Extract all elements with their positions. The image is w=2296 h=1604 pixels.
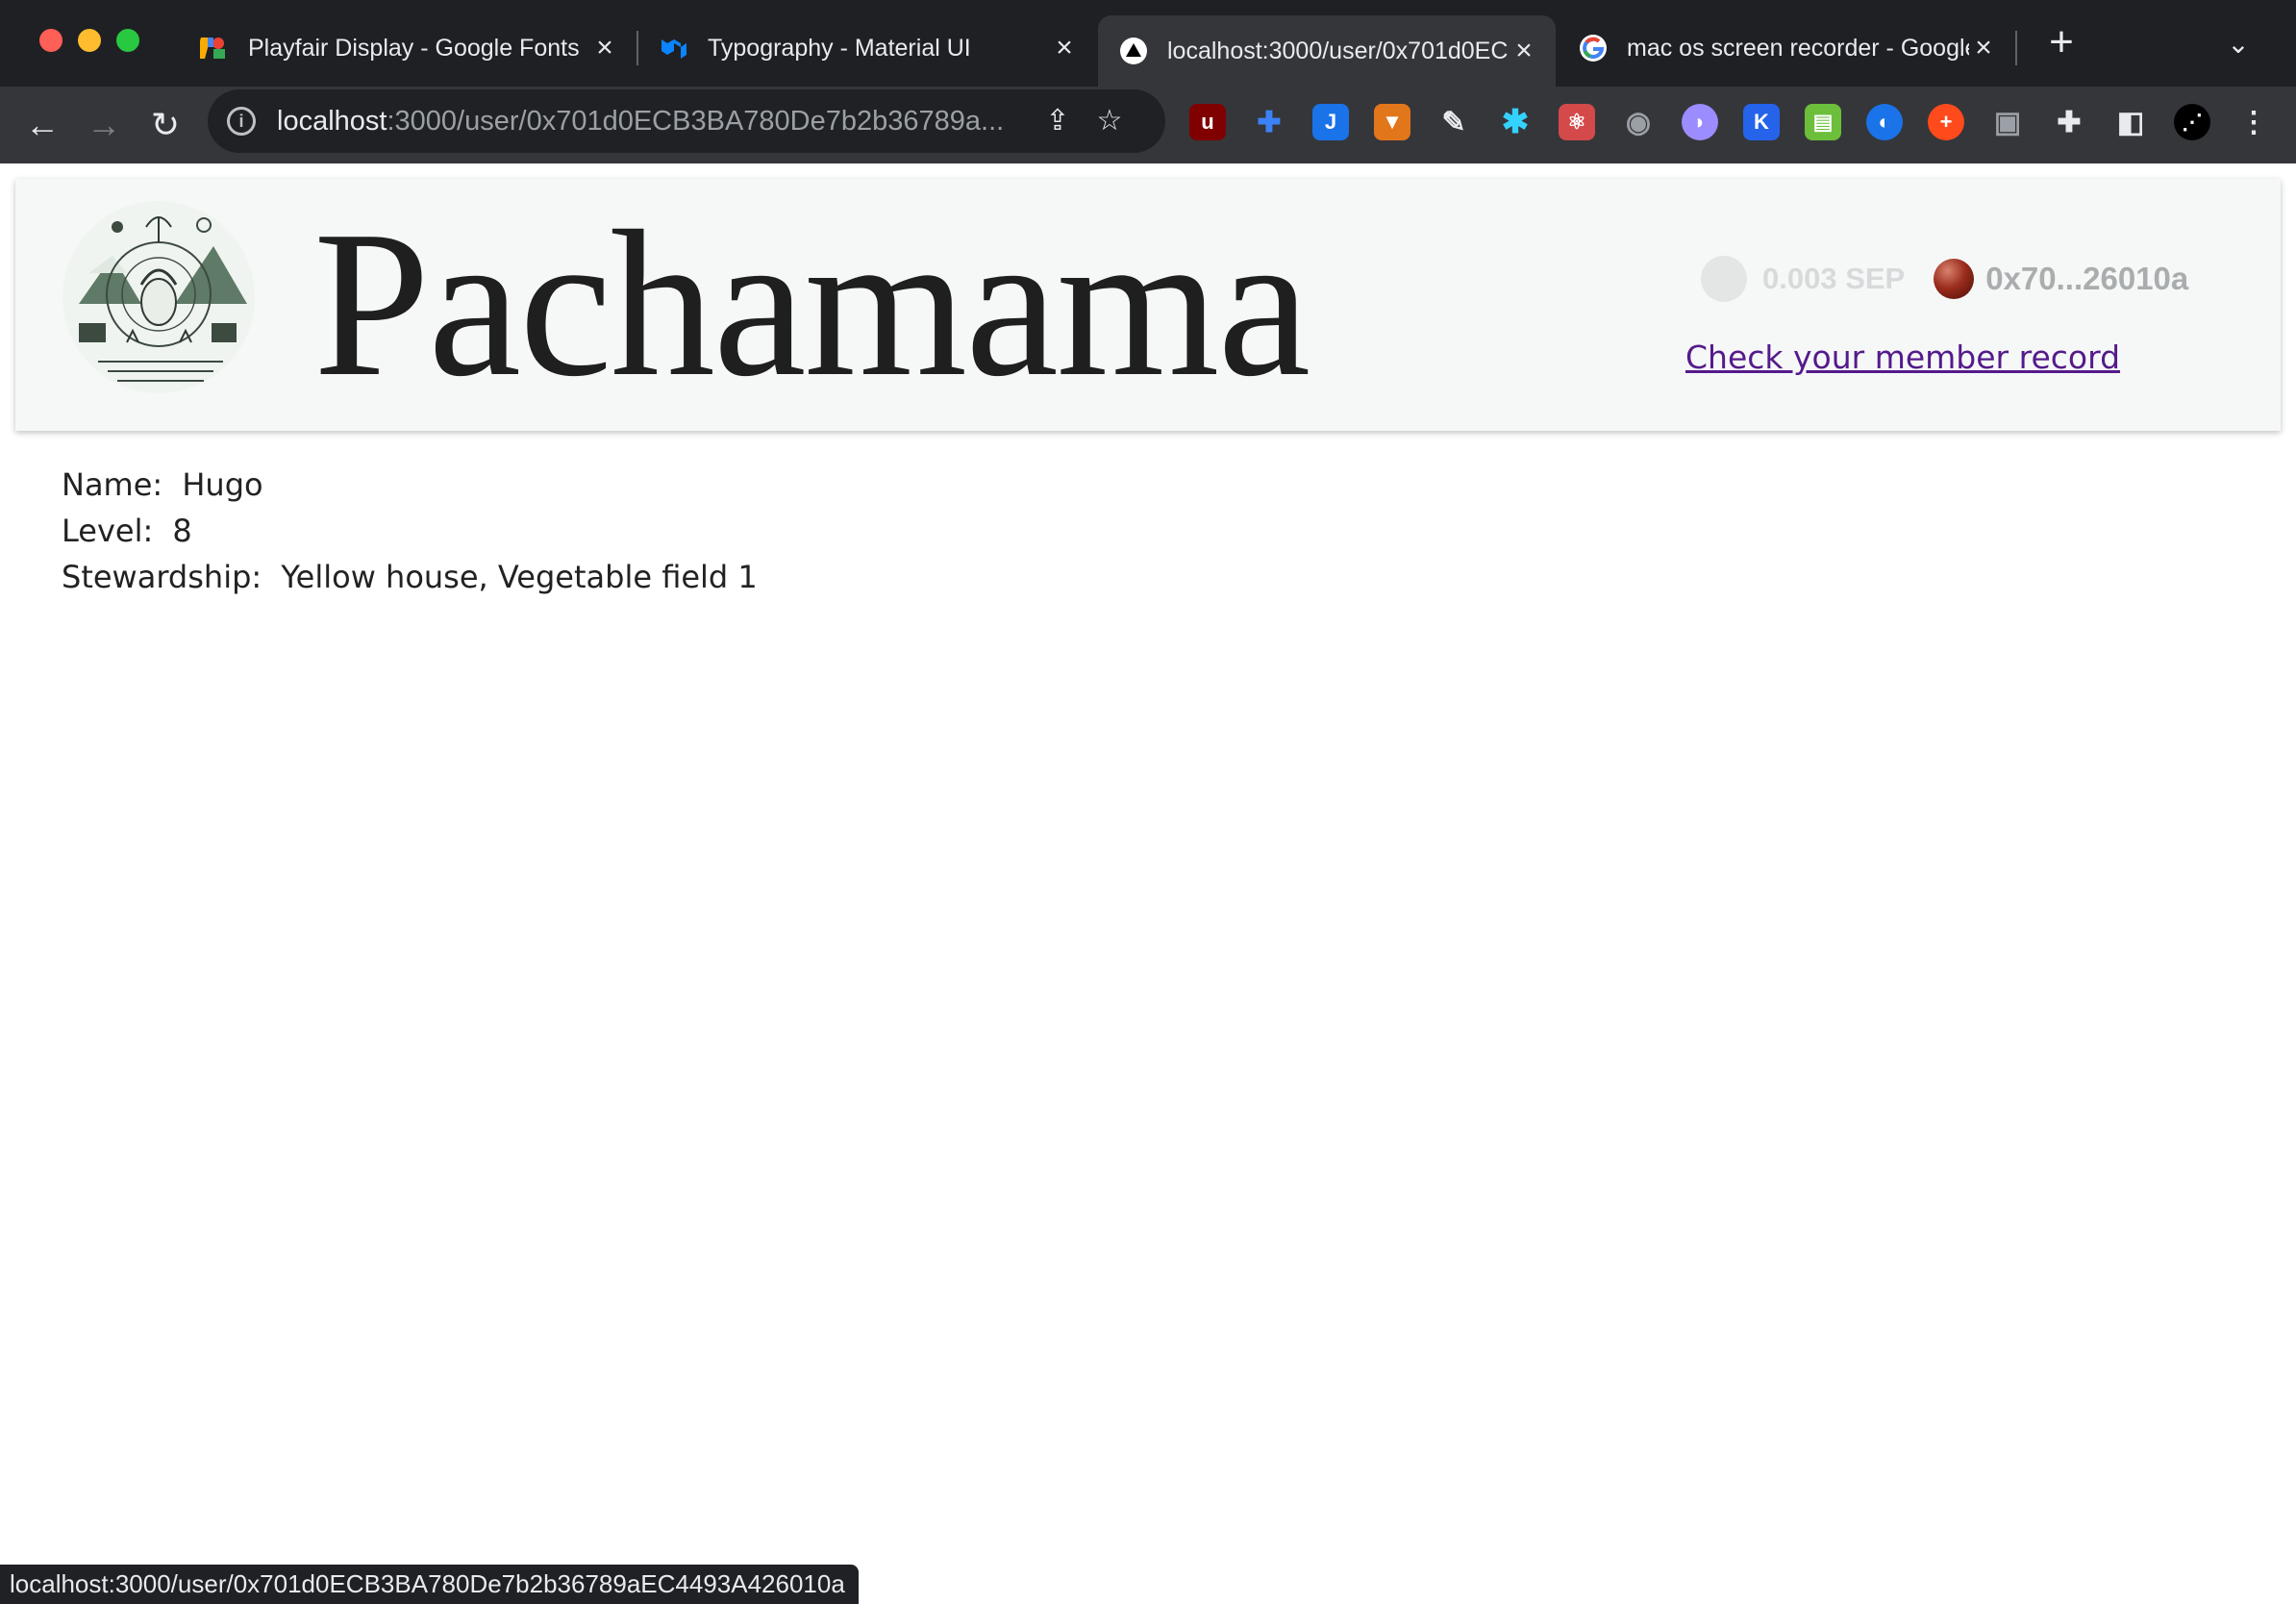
tab-localhost[interactable]: localhost:3000/user/0x701d0ECB3BA780De7b…: [1098, 15, 1556, 87]
tab-separator: [2015, 31, 2017, 65]
close-window-button[interactable]: [39, 29, 62, 52]
page-content: Pachamama 0.003 SEP 0x70...26010a Check …: [0, 163, 2296, 1604]
printer-extension-icon[interactable]: ▤: [1805, 104, 1841, 140]
detail-row-stewardship: Stewardship: Yellow house, Vegetable fie…: [62, 554, 758, 600]
tab-material-ui[interactable]: Typography - Material UI ×: [638, 15, 1096, 81]
extensions-puzzle-icon[interactable]: ✚: [2051, 104, 2087, 140]
triangle-icon: [1119, 37, 1148, 65]
side-panel-icon[interactable]: ◧: [2112, 104, 2149, 140]
puzzle-extension-icon[interactable]: ✚: [1251, 104, 1287, 140]
browser-toolbar: ← → ↻ i localhost:3000/user/0x701d0ECB3B…: [0, 87, 2296, 163]
close-icon[interactable]: ×: [1510, 35, 1538, 67]
browser-menu-icon[interactable]: ⋮: [2235, 104, 2272, 140]
google-icon: [1579, 34, 1608, 63]
detail-row-level: Level: 8: [62, 508, 758, 554]
material-ui-icon: [660, 34, 688, 63]
tab-google-search[interactable]: mac os screen recorder - Google Search ×: [1558, 15, 2015, 81]
camera-icon[interactable]: ◉: [1620, 104, 1657, 140]
detail-value: Yellow house, Vegetable field 1: [281, 559, 758, 595]
tab-google-fonts[interactable]: Playfair Display - Google Fonts ×: [179, 15, 636, 81]
address-bar[interactable]: i localhost:3000/user/0x701d0ECB3BA780De…: [208, 89, 1165, 153]
ghost-extension-icon[interactable]: ◗: [1682, 104, 1718, 140]
reload-button[interactable]: ↻: [140, 100, 190, 150]
detail-label: Stewardship:: [62, 559, 262, 595]
ublock-icon[interactable]: u: [1189, 104, 1226, 140]
react-devtools-icon[interactable]: ⚛: [1559, 104, 1595, 140]
minimize-window-button[interactable]: [78, 29, 101, 52]
eyedropper-icon[interactable]: ✎: [1435, 104, 1472, 140]
detail-value: Hugo: [182, 466, 263, 503]
tab-title: Typography - Material UI: [708, 34, 971, 62]
k-extension-icon[interactable]: K: [1743, 104, 1780, 140]
back-button[interactable]: ←: [17, 100, 67, 150]
pachamama-logo: [62, 201, 255, 393]
recorder-extension-icon[interactable]: ▣: [1989, 104, 2026, 140]
j-extension-icon[interactable]: J: [1312, 104, 1349, 140]
network-icon: [1701, 256, 1747, 302]
member-record-link[interactable]: Check your member record: [1685, 338, 2120, 376]
google-fonts-icon: [200, 34, 229, 63]
asterisk-extension-icon[interactable]: ✱: [1497, 104, 1534, 140]
share-icon[interactable]: ⇪: [1036, 100, 1079, 142]
close-icon[interactable]: ×: [1050, 32, 1079, 64]
user-details: Name: Hugo Level: 8 Stewardship: Yellow …: [62, 462, 758, 600]
wallet-address: 0x70...26010a: [1985, 261, 2189, 296]
tab-search-chevron-icon[interactable]: ⌄: [2219, 25, 2258, 63]
maximize-window-button[interactable]: [116, 29, 139, 52]
detail-label: Name:: [62, 466, 163, 503]
app-header: Pachamama 0.003 SEP 0x70...26010a Check …: [15, 179, 2281, 431]
detail-value: 8: [172, 513, 192, 549]
tab-title: mac os screen recorder - Google Search: [1627, 34, 1969, 62]
wallet-balance: 0.003 SEP: [1762, 262, 1906, 295]
close-icon[interactable]: ×: [590, 32, 619, 64]
wallet-status[interactable]: 0.003 SEP 0x70...26010a: [1701, 256, 2188, 302]
new-tab-button[interactable]: +: [2042, 21, 2081, 63]
browser-tab-bar: Playfair Display - Google Fonts × Typogr…: [0, 0, 2296, 87]
password-manager-icon[interactable]: ◐: [1866, 104, 1903, 140]
detail-row-name: Name: Hugo: [62, 462, 758, 508]
tab-title: Playfair Display - Google Fonts: [248, 34, 580, 62]
tab-title: localhost:3000/user/0x701d0ECB3BA780De7b…: [1167, 37, 1510, 64]
close-icon[interactable]: ×: [1969, 32, 1998, 64]
forward-button[interactable]: →: [79, 100, 129, 150]
link-status-bar: localhost:3000/user/0x701d0ECB3BA780De7b…: [0, 1565, 859, 1604]
detail-label: Level:: [62, 513, 154, 549]
account-avatar: [1934, 259, 1975, 299]
address-url[interactable]: localhost:3000/user/0x701d0ECB3BA780De7b…: [277, 106, 1027, 138]
brand-title: Pachamama: [313, 188, 1310, 420]
metamask-icon[interactable]: ▼: [1374, 104, 1410, 140]
add-extension-icon[interactable]: +: [1928, 104, 1964, 140]
address-host: localhost: [277, 105, 387, 137]
site-info-icon[interactable]: i: [227, 107, 256, 136]
profile-avatar-icon[interactable]: ⋰: [2174, 104, 2210, 140]
bookmark-star-icon[interactable]: ☆: [1088, 100, 1131, 142]
address-path: :3000/user/0x701d0ECB3BA780De7b2b36789a.…: [387, 105, 1005, 137]
